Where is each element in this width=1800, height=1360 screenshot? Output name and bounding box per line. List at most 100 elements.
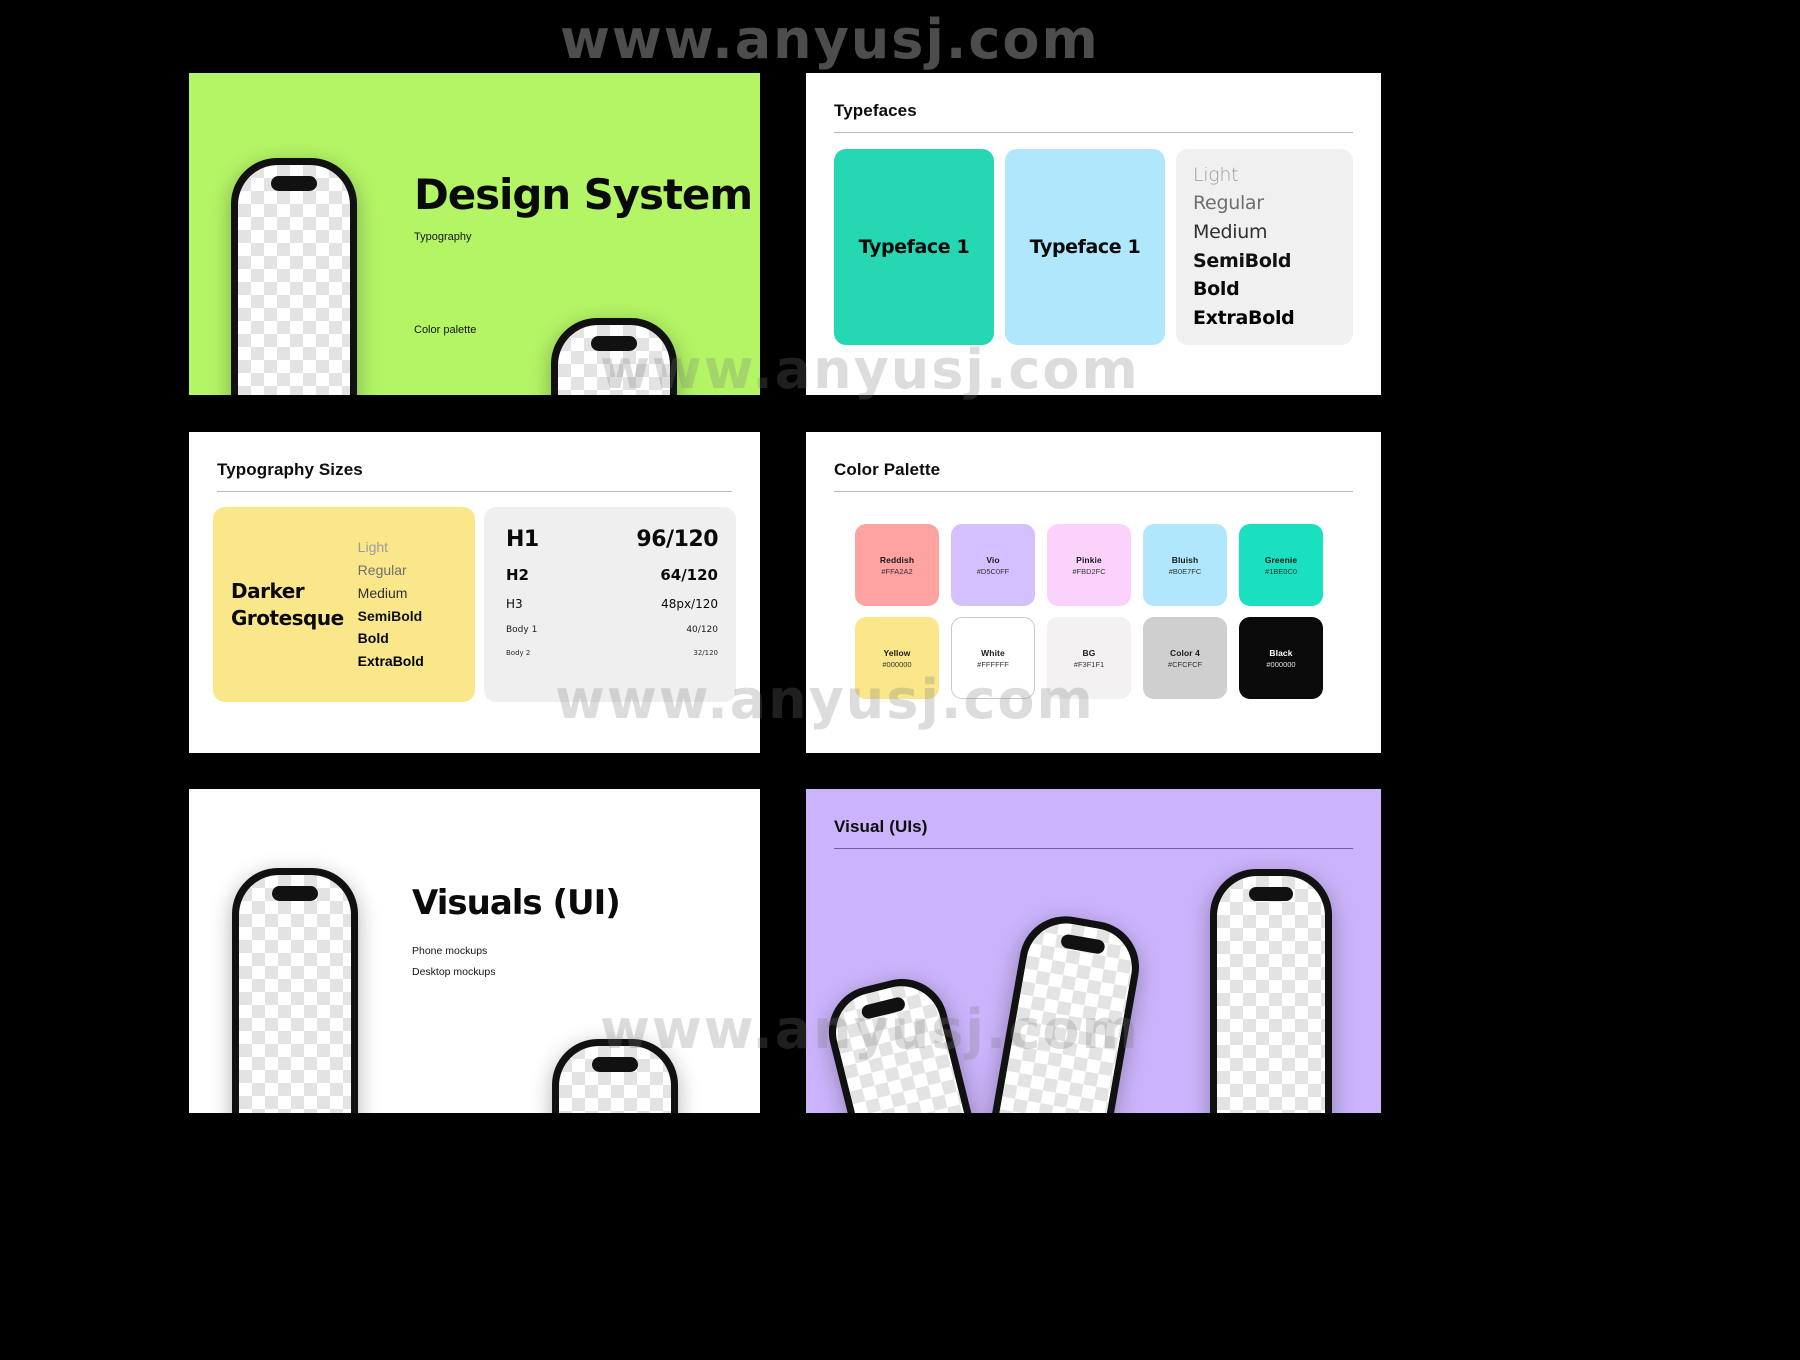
font-weights-list: Light Regular Medium SemiBold Bold Extra… — [358, 536, 424, 672]
dynamic-island-icon — [860, 995, 907, 1021]
palette-header: Color Palette — [834, 460, 1353, 492]
type-scale-value: 48px/120 — [661, 597, 718, 611]
color-swatch-reddish[interactable]: Reddish #FFA2A2 — [855, 524, 939, 606]
typography-header: Typography Sizes — [217, 460, 732, 492]
swatch-hex: #FFA2A2 — [881, 566, 913, 576]
slide-color-palette[interactable]: Color Palette Reddish #FFA2A2 Vio #D5C0F… — [806, 432, 1381, 753]
divider — [217, 491, 732, 492]
type-scale-row: H1 96/120 — [506, 527, 718, 552]
swatch-hex: #F3F1F1 — [1073, 659, 1105, 669]
swatch-name: Bluish — [1171, 554, 1199, 565]
type-scale-row: Body 2 32/120 — [506, 649, 718, 657]
slide-cover[interactable]: Design System Typography Color palette — [189, 73, 760, 395]
swatch-name: BG — [1082, 647, 1096, 658]
swatch-name: Color 4 — [1170, 647, 1200, 658]
slide-visuals[interactable]: Visuals (UI) Phone mockups Desktop mocku… — [189, 789, 760, 1113]
swatch-hex: #D5C0FF — [976, 566, 1010, 576]
typeface-card-2[interactable]: Typeface 1 — [1005, 149, 1165, 345]
cover-subtitle-color-palette: Color palette — [414, 324, 477, 336]
panel-title: Typography Sizes — [217, 460, 363, 479]
color-swatch-yellow[interactable]: Yellow #000000 — [855, 617, 939, 699]
type-scale-row: H2 64/120 — [506, 566, 718, 584]
phone-screen-placeholder — [979, 917, 1139, 1113]
swatch-name: Black — [1269, 647, 1293, 658]
swatch-name: Greenie — [1264, 554, 1298, 565]
typefaces-header: Typefaces — [834, 101, 1353, 133]
dynamic-island-icon — [271, 176, 317, 191]
weight-bold: Bold — [357, 630, 389, 647]
weight-regular: Regular — [357, 562, 407, 579]
weight-regular: Regular — [1193, 192, 1264, 215]
phone-mockup — [231, 158, 357, 395]
color-swatch-row: Reddish #FFA2A2 Vio #D5C0FF Pinkie #FBD2… — [855, 524, 1341, 606]
type-scale-value: 32/120 — [693, 649, 718, 657]
font-family-card[interactable]: Darker Grotesque Light Regular Medium Se… — [213, 507, 475, 702]
swatch-name: Vio — [986, 554, 1000, 565]
panel-title: Typefaces — [834, 101, 917, 120]
slide-typography-sizes[interactable]: Typography Sizes Darker Grotesque Light … — [189, 432, 760, 753]
phone-screen-placeholder — [1217, 876, 1325, 1113]
phone-screen-placeholder — [559, 1046, 671, 1113]
phone-mockup — [552, 1039, 678, 1113]
swatch-hex: #B0E7FC — [1168, 566, 1202, 576]
type-scale-row: H3 48px/120 — [506, 597, 718, 611]
type-scale-value: 96/120 — [636, 527, 718, 552]
color-swatch-greenie[interactable]: Greenie #1BE0C0 — [1239, 524, 1323, 606]
swatch-hex: #1BE0C0 — [1264, 566, 1298, 576]
visuals-subtitle-phone: Phone mockups — [412, 945, 488, 957]
typography-card-row: Darker Grotesque Light Regular Medium Se… — [213, 507, 736, 702]
weight-semibold: SemiBold — [1193, 249, 1292, 272]
weight-light: Light — [1193, 163, 1239, 186]
color-swatch-grid: Reddish #FFA2A2 Vio #D5C0FF Pinkie #FBD2… — [855, 524, 1341, 699]
visuals-title: Visuals (UI) — [412, 883, 621, 923]
phone-mockup — [1210, 869, 1332, 1113]
swatch-hex: #FBD2FC — [1072, 566, 1106, 576]
type-scale-row: Body 1 40/120 — [506, 625, 718, 635]
dynamic-island-icon — [1249, 887, 1293, 901]
font-family-name: Darker Grotesque — [231, 578, 344, 630]
slide-typefaces[interactable]: Typefaces Typeface 1 Typeface 1 Light Re… — [806, 73, 1381, 395]
presentation-canvas: www.anyusj.com www.anyusj.com www.anyusj… — [0, 0, 1800, 1360]
panel-title: Visual (UIs) — [834, 817, 928, 836]
dynamic-island-icon — [592, 1057, 638, 1072]
weight-light: Light — [357, 539, 389, 556]
color-swatch-white[interactable]: White #FFFFFF — [951, 617, 1035, 699]
cover-title: Design System — [414, 170, 753, 219]
type-scale-value: 40/120 — [686, 625, 718, 635]
color-swatch-black[interactable]: Black #000000 — [1239, 617, 1323, 699]
weight-medium: Medium — [357, 584, 408, 601]
phone-screen-placeholder — [239, 875, 351, 1113]
weight-bold: Bold — [1193, 278, 1240, 301]
typeface-weights-card[interactable]: Light Regular Medium SemiBold Bold Extra… — [1176, 149, 1353, 345]
swatch-hex: #000000 — [882, 659, 912, 669]
type-scale-card[interactable]: H1 96/120 H2 64/120 H3 48px/120 Body 1 4… — [484, 507, 736, 702]
weight-extrabold: ExtraBold — [1193, 306, 1295, 329]
type-scale-name: H2 — [506, 566, 529, 584]
typeface-card-1[interactable]: Typeface 1 — [834, 149, 994, 345]
swatch-name: White — [981, 647, 1005, 658]
dynamic-island-icon — [591, 336, 637, 351]
typeface-card-label: Typeface 1 — [1029, 236, 1141, 258]
typeface-card-label: Typeface 1 — [858, 236, 970, 258]
phone-screen-placeholder — [558, 325, 670, 395]
type-scale-name: H3 — [506, 597, 523, 611]
divider — [834, 491, 1353, 492]
cover-subtitle-typography: Typography — [414, 231, 472, 243]
color-swatch-pinkie[interactable]: Pinkie #FBD2FC — [1047, 524, 1131, 606]
swatch-hex: #FFFFFF — [977, 659, 1009, 669]
dynamic-island-icon — [1059, 933, 1106, 955]
color-swatch-bluish[interactable]: Bluish #B0E7FC — [1143, 524, 1227, 606]
color-swatch-bg[interactable]: BG #F3F1F1 — [1047, 617, 1131, 699]
typefaces-card-row: Typeface 1 Typeface 1 Light Regular Medi… — [834, 149, 1353, 345]
uis-header: Visual (UIs) — [834, 817, 1353, 849]
color-swatch-vio[interactable]: Vio #D5C0FF — [951, 524, 1035, 606]
type-scale-name: Body 1 — [506, 625, 538, 635]
type-scale-name: H1 — [506, 527, 539, 552]
color-swatch-color-4[interactable]: Color 4 #CFCFCF — [1143, 617, 1227, 699]
divider — [834, 848, 1353, 849]
swatch-name: Reddish — [879, 554, 915, 565]
slide-visual-uis[interactable]: Visual (UIs) — [806, 789, 1381, 1113]
phone-mockup — [551, 318, 677, 395]
dynamic-island-icon — [272, 886, 318, 901]
visuals-subtitle-desktop: Desktop mockups — [412, 966, 496, 978]
